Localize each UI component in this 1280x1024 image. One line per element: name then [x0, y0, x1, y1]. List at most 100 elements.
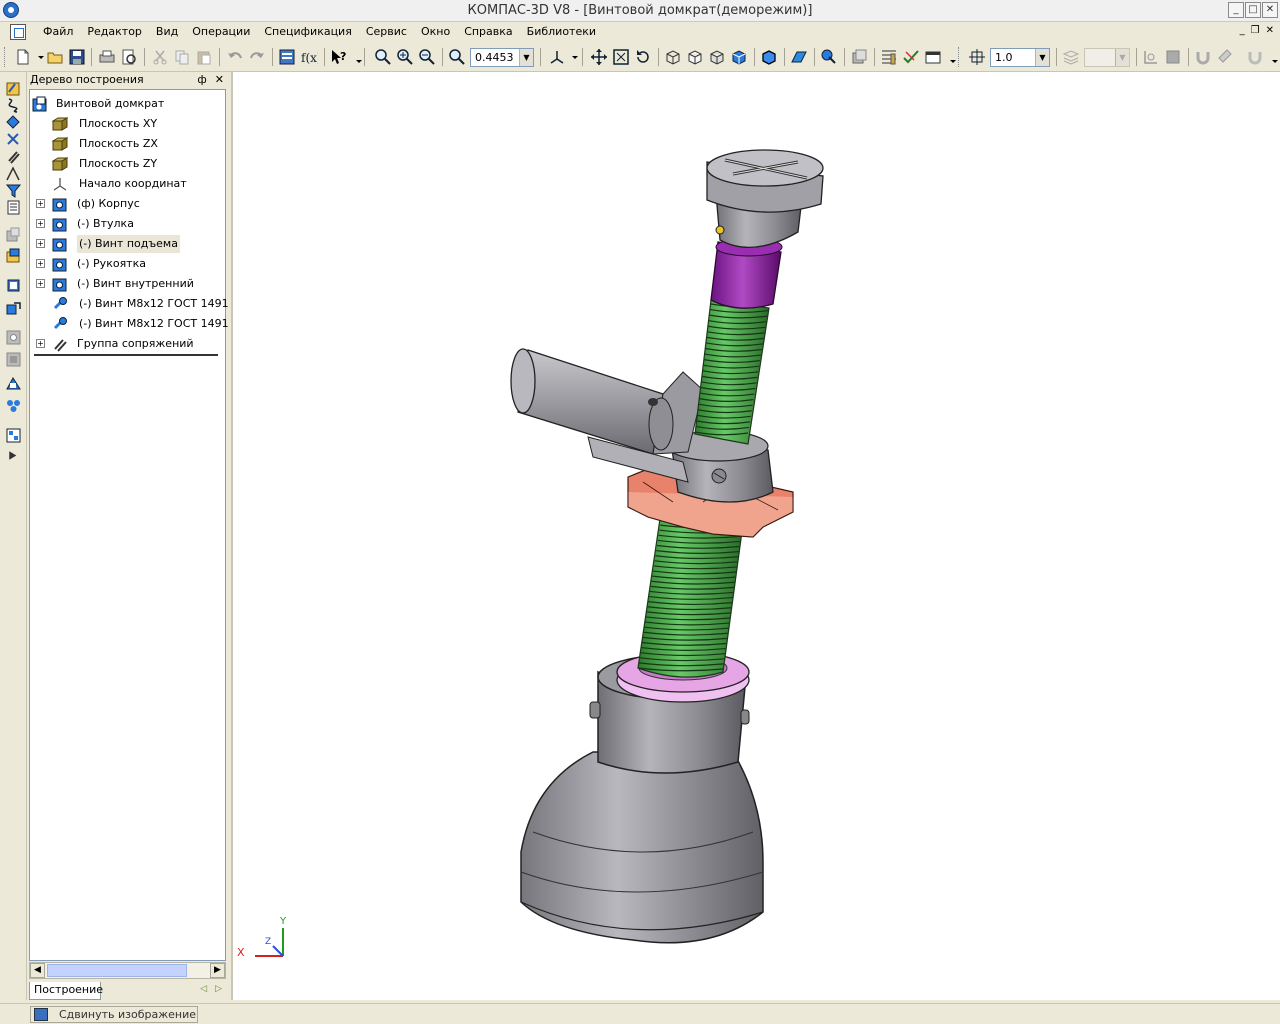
- chevron-down-icon[interactable]: ▼: [1115, 49, 1129, 66]
- document-icon[interactable]: [10, 24, 26, 40]
- measure-tool-icon[interactable]: [5, 165, 22, 182]
- check-icon[interactable]: [902, 48, 920, 66]
- magnet-icon[interactable]: [1194, 48, 1212, 66]
- editing-icon[interactable]: [5, 80, 22, 97]
- print-icon[interactable]: [98, 48, 116, 66]
- layers-icon[interactable]: [1062, 48, 1080, 66]
- create-part-icon[interactable]: [5, 277, 22, 294]
- tree-item[interactable]: (-) Винт М8х12 ГОСТ 1491: [30, 315, 229, 333]
- tab-next-icon[interactable]: ▷: [215, 984, 222, 994]
- properties-icon[interactable]: [924, 48, 942, 66]
- snap-icon[interactable]: [1142, 48, 1160, 66]
- expand-icon[interactable]: +: [36, 219, 45, 228]
- measure-icon[interactable]: [880, 48, 898, 66]
- tree-hscrollbar[interactable]: ◀ ▶: [29, 962, 226, 979]
- close-button[interactable]: ✕: [1262, 2, 1278, 18]
- mates-toolbar-icon[interactable]: [5, 148, 22, 165]
- place-component-icon[interactable]: [5, 247, 22, 264]
- zoom-scale-icon[interactable]: [448, 48, 466, 66]
- tree-item[interactable]: Плоскость XY: [30, 115, 225, 133]
- mdi-restore-button[interactable]: ❐: [1251, 25, 1260, 36]
- help-pointer-icon[interactable]: ?: [330, 48, 348, 66]
- orientation-dropdown-icon[interactable]: [566, 48, 578, 66]
- expand-icon[interactable]: +: [36, 259, 45, 268]
- screw-jack-model[interactable]: X Y Z: [233, 72, 1280, 1000]
- cut-icon[interactable]: [151, 48, 169, 66]
- print-preview-icon[interactable]: [120, 48, 138, 66]
- menu-item-1[interactable]: Редактор: [80, 25, 149, 38]
- tree-item[interactable]: + (-) Винт подъема: [30, 235, 225, 253]
- menu-item-2[interactable]: Вид: [149, 25, 185, 38]
- model-viewport[interactable]: X Y Z: [231, 72, 1280, 1000]
- shaded-icon[interactable]: [730, 48, 748, 66]
- filter-icon[interactable]: [5, 182, 22, 199]
- component-ops-icon[interactable]: [5, 226, 22, 243]
- spatial-curves-icon[interactable]: [5, 97, 22, 114]
- chevron-down-icon[interactable]: ▼: [519, 49, 533, 66]
- scroll-left-icon[interactable]: ◀: [30, 963, 45, 978]
- tree-item[interactable]: + (-) Втулка: [30, 215, 225, 233]
- toolbar-overflow3-icon[interactable]: [1266, 48, 1278, 66]
- wireframe-icon[interactable]: [664, 48, 682, 66]
- surfaces-icon[interactable]: [5, 114, 22, 131]
- perspective-icon[interactable]: [790, 48, 808, 66]
- thin-hidden-icon[interactable]: [708, 48, 726, 66]
- pan-icon[interactable]: [590, 48, 608, 66]
- menu-item-8[interactable]: Библиотеки: [520, 25, 603, 38]
- tree-item[interactable]: + (ф) Корпус: [30, 195, 225, 213]
- inner-screw-thread[interactable]: [694, 299, 770, 445]
- tree-item[interactable]: (-) Винт М8х12 ГОСТ 1491: [30, 295, 229, 313]
- save-icon[interactable]: [68, 48, 86, 66]
- tree-item[interactable]: Начало координат: [30, 175, 225, 193]
- assembly-view-icon[interactable]: [5, 375, 22, 392]
- zoom-in-icon[interactable]: [396, 48, 414, 66]
- minimize-button[interactable]: _: [1228, 2, 1244, 18]
- copy-icon[interactable]: [173, 48, 191, 66]
- close-icon[interactable]: ✕: [215, 72, 224, 88]
- menu-item-5[interactable]: Сервис: [359, 25, 414, 38]
- maximize-button[interactable]: □: [1245, 2, 1261, 18]
- expand-icon[interactable]: +: [36, 339, 45, 348]
- pin-icon[interactable]: ф: [197, 72, 206, 88]
- lifting-screw-thread[interactable]: [637, 511, 744, 678]
- open-folder-icon[interactable]: [46, 48, 64, 66]
- step-combo[interactable]: 1.0 ▼: [990, 48, 1050, 67]
- shaded-edges-icon[interactable]: [760, 48, 778, 66]
- expand-icon[interactable]: +: [36, 199, 45, 208]
- menu-item-3[interactable]: Операции: [185, 25, 257, 38]
- zoom-combo[interactable]: 0.4453 ▼: [470, 48, 534, 67]
- toolbar-overflow-icon[interactable]: [350, 48, 362, 66]
- new-document-icon[interactable]: [14, 48, 32, 66]
- expand-icon[interactable]: +: [36, 279, 45, 288]
- paste-icon[interactable]: [195, 48, 213, 66]
- magnet3-icon[interactable]: [1246, 48, 1264, 66]
- group-icon[interactable]: [5, 397, 22, 414]
- variables-icon[interactable]: f(x): [300, 48, 322, 66]
- feature-tree[interactable]: Винтовой домкрат Плоскость XY Плоскость Z…: [29, 89, 229, 961]
- menu-item-0[interactable]: Файл: [36, 25, 80, 38]
- menu-item-4[interactable]: Спецификация: [257, 25, 358, 38]
- purple-collar[interactable]: [710, 237, 783, 309]
- zoom-out-icon[interactable]: [418, 48, 436, 66]
- tree-item[interactable]: Плоскость ZY: [30, 155, 225, 173]
- screw-head[interactable]: [706, 149, 824, 249]
- menu-item-6[interactable]: Окно: [414, 25, 457, 38]
- move-component-icon[interactable]: [5, 299, 22, 316]
- tab-prev-icon[interactable]: ◁: [200, 984, 207, 994]
- toolbar-grip2[interactable]: [958, 47, 961, 67]
- mdi-minimize-button[interactable]: _: [1240, 25, 1245, 36]
- step-cursor-icon[interactable]: [968, 48, 986, 66]
- toolbar-overflow2-icon[interactable]: [944, 48, 956, 66]
- expand-toolbar-icon[interactable]: [5, 447, 17, 460]
- spec-icon[interactable]: [5, 199, 22, 216]
- local-cs-icon[interactable]: [1164, 48, 1182, 66]
- orientation-icon[interactable]: [548, 48, 566, 66]
- tree-item[interactable]: Плоскость ZX: [30, 135, 225, 153]
- edit-component-icon[interactable]: [820, 48, 838, 66]
- base-housing[interactable]: [520, 654, 764, 944]
- rotate-icon[interactable]: [634, 48, 652, 66]
- style-combo[interactable]: ▼: [1084, 48, 1130, 67]
- tree-item[interactable]: + (-) Винт внутренний: [30, 275, 225, 293]
- menu-item-7[interactable]: Справка: [457, 25, 519, 38]
- toolbar-grip[interactable]: [4, 47, 7, 67]
